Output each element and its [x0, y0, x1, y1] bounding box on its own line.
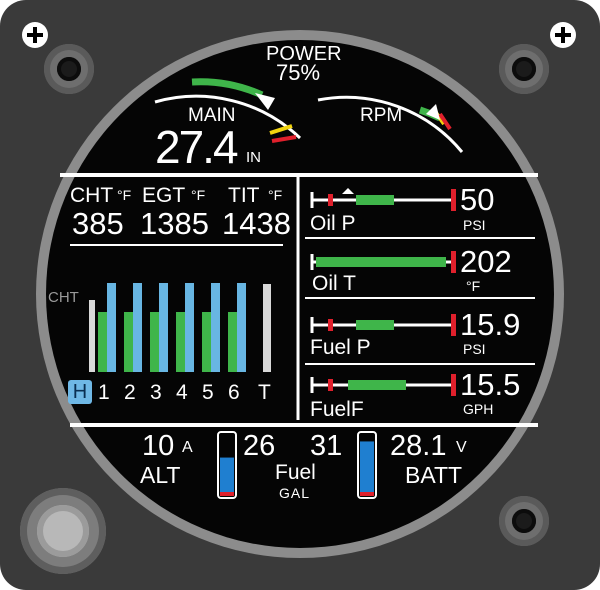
oil-temp-label: Oil T — [312, 272, 356, 295]
egt-bar-cyl-1 — [107, 283, 116, 372]
oil-pressure-unit: PSI — [463, 217, 486, 233]
cylinder-bar-graph — [89, 283, 271, 372]
batt-value: 28.1 — [390, 430, 447, 462]
hottest-cylinder-badge: H — [68, 380, 92, 404]
bargraph-axis-label: CHT — [48, 289, 79, 306]
fuel-tank-right-level — [360, 441, 374, 496]
fuel-flow-label: FuelF — [310, 398, 364, 421]
egt-value: 1385 — [140, 206, 209, 241]
egt-bar-cyl-2 — [133, 283, 142, 372]
cylinder-label-2: 2 — [124, 381, 136, 404]
rpm-title: RPM — [360, 105, 403, 126]
egt-bar-cyl-3 — [159, 283, 168, 372]
cht-bar-cyl-5 — [202, 312, 211, 372]
fuel-tank-left-level — [220, 457, 234, 496]
tit-unit: °F — [268, 187, 283, 203]
oil-pressure-pointer-icon — [342, 188, 354, 194]
batt-unit: V — [456, 439, 467, 456]
alt-value: 10 — [142, 430, 175, 462]
fuel-flow-gauge — [310, 374, 456, 396]
alt-unit: A — [182, 439, 193, 456]
fuel-pressure-gauge — [310, 314, 456, 336]
cylinder-label-3: 3 — [150, 381, 162, 404]
egt-bar-cyl-6 — [237, 283, 246, 372]
egt-bar-cyl-5 — [211, 283, 220, 372]
cylinder-label-5: 5 — [202, 381, 214, 404]
alt-label: ALT — [140, 462, 181, 488]
manifold-unit: IN — [246, 149, 261, 166]
cht-bar-cyl-4 — [176, 312, 185, 372]
oil-pressure-label: Oil P — [310, 212, 356, 235]
cylinder-label-1: 1 — [98, 381, 110, 404]
tit-label: TIT — [228, 184, 260, 207]
fuel-flow-unit: GPH — [463, 401, 494, 417]
batt-label: BATT — [405, 462, 463, 488]
cht-bar-cyl-2 — [124, 312, 133, 372]
oil-pressure-value: 50 — [460, 182, 495, 217]
cht-label: CHT — [70, 184, 114, 207]
cylinder-label-6: 6 — [228, 381, 240, 404]
fuel-right-value: 31 — [310, 430, 343, 462]
fuel-pressure-value: 15.9 — [460, 307, 521, 342]
oil-pressure-gauge — [310, 188, 456, 211]
turbo-label: T — [258, 381, 271, 404]
oil-temp-unit: °F — [466, 278, 481, 294]
cht-bar-cyl-3 — [150, 312, 159, 372]
fuel-flow-value: 15.5 — [460, 367, 521, 402]
fuel-label: Fuel — [275, 461, 316, 484]
fuel-pressure-label: Fuel P — [310, 336, 371, 359]
cht-unit: °F — [117, 187, 132, 203]
manifold-value: 27.4 — [155, 121, 239, 173]
egt-bar-cyl-4 — [185, 283, 194, 372]
egt-label: EGT — [142, 184, 186, 207]
hot-reference-bar — [89, 300, 95, 372]
cht-value: 385 — [72, 206, 124, 241]
fuel-tank-right-reserve — [360, 492, 374, 496]
power-value: 75% — [276, 60, 321, 85]
cht-bar-cyl-6 — [228, 312, 237, 372]
turbo-bar — [263, 284, 271, 372]
egt-unit: °F — [191, 187, 206, 203]
fuel-pressure-unit: PSI — [463, 341, 486, 357]
oil-temp-value: 202 — [460, 244, 512, 279]
fuel-tank-left-reserve — [220, 492, 234, 496]
display-graphics — [60, 78, 538, 499]
fuel-unit: GAL — [279, 485, 311, 501]
fuel-left-value: 26 — [243, 430, 276, 462]
cht-bar-cyl-1 — [98, 312, 107, 372]
manifold-pointer-icon — [255, 93, 275, 110]
oil-temp-gauge — [310, 251, 456, 273]
cylinder-label-4: 4 — [176, 381, 188, 404]
tit-value: 1438 — [222, 206, 291, 241]
